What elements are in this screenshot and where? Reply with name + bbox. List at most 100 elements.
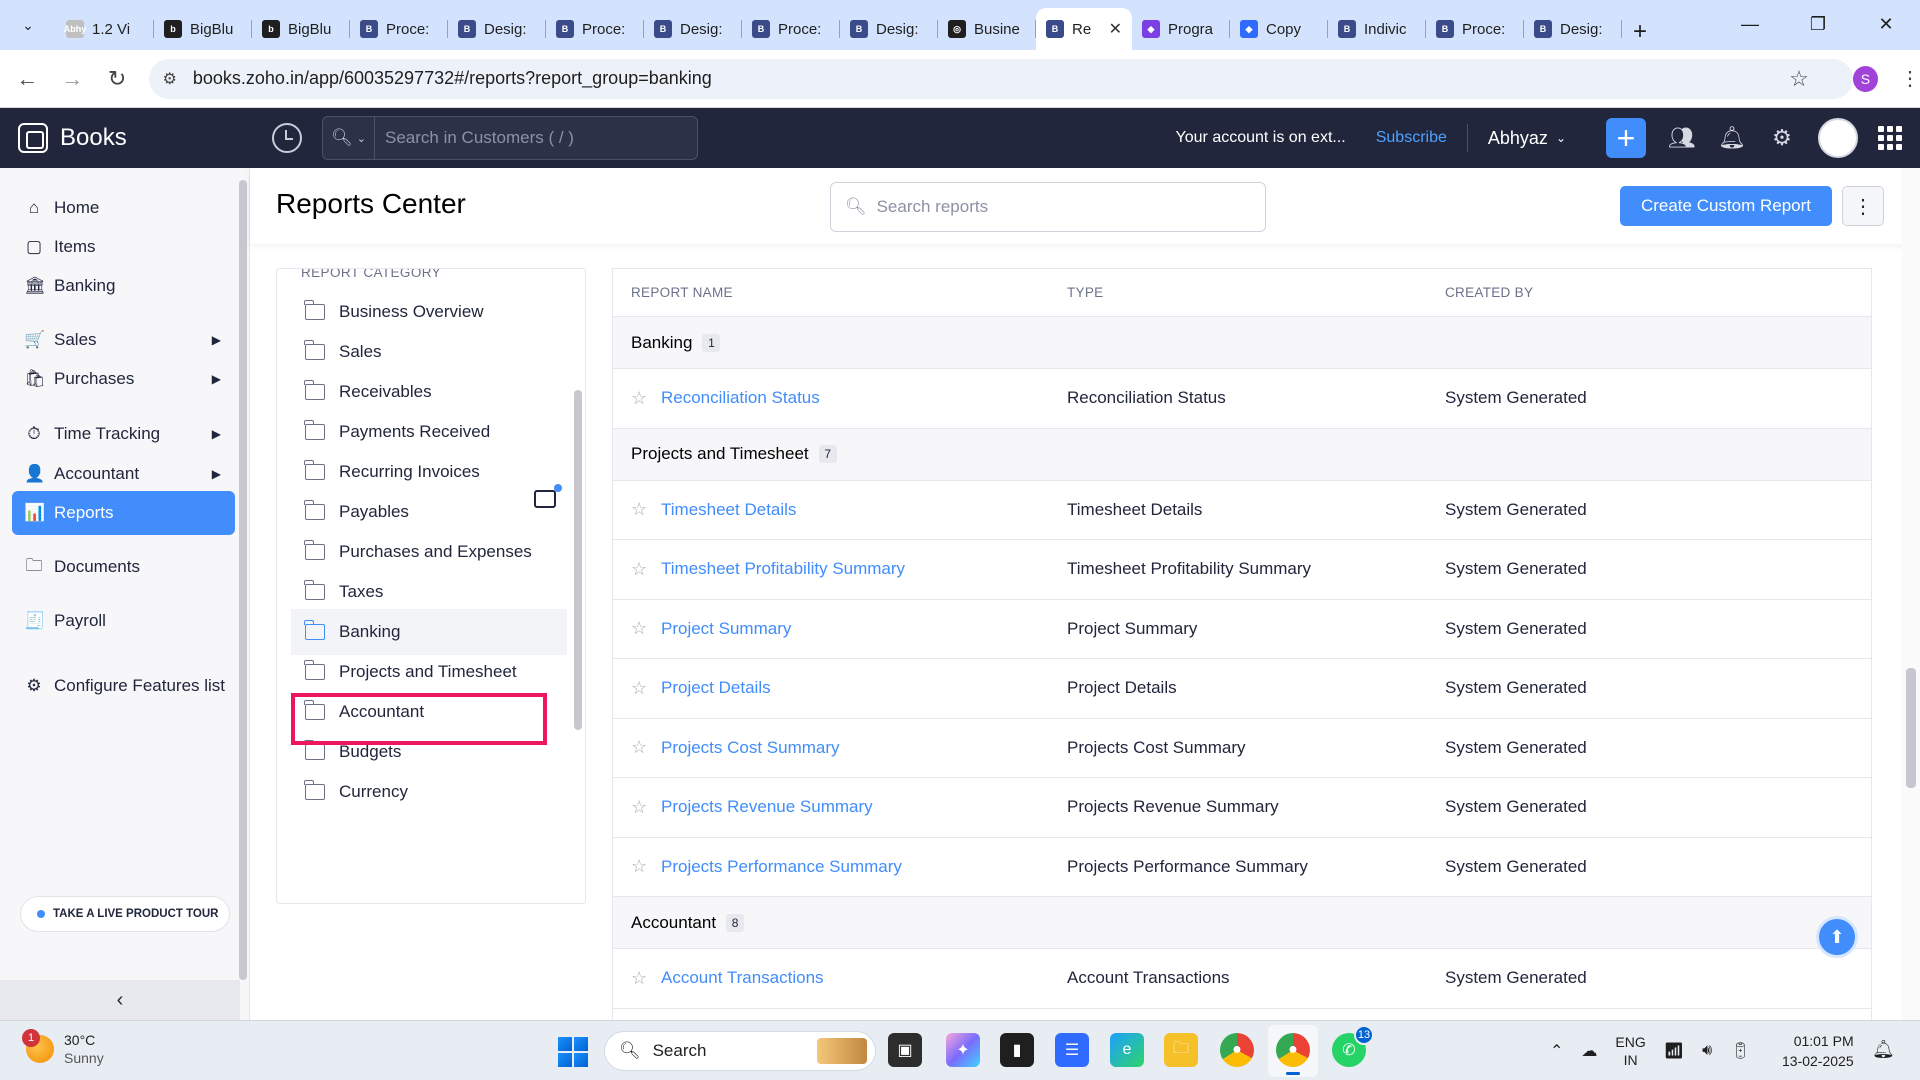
profile-avatar[interactable]: S [1852,65,1878,92]
clock[interactable]: 01:01 PM 13-02-2025 [1782,1031,1854,1071]
sidebar-item-documents[interactable]: 🗀 Documents [12,545,235,589]
battery-icon[interactable]: 🔋︎ [1730,1041,1750,1061]
wifi-icon[interactable]: 📶︎ [1664,1041,1684,1061]
favorite-star-icon[interactable]: ☆ [631,968,651,989]
favorite-star-icon[interactable]: ☆ [631,618,651,639]
scroll-to-top-button[interactable]: ⬆ [1816,916,1858,958]
copilot-icon[interactable]: ✦ [946,1033,980,1067]
gear-icon[interactable]: ⚙ [1768,124,1796,152]
windows-start-icon[interactable] [558,1037,588,1067]
forward-button[interactable]: → [55,61,90,97]
recent-activity-icon[interactable] [272,123,302,153]
browser-tab[interactable]: B Re ✕ [1036,8,1132,50]
live-tour-button[interactable]: TAKE A LIVE PRODUCT TOUR [20,896,230,932]
organization-switcher[interactable]: Abhyaz ⌄ [1488,128,1566,149]
favorite-star-icon[interactable]: ☆ [631,559,651,580]
page-scrollbar-thumb[interactable] [1906,668,1916,788]
sidebar-item-banking[interactable]: 🏛 Banking [12,264,235,308]
bell-icon[interactable]: 🔔︎ [1718,124,1746,152]
favorite-star-icon[interactable]: ☆ [631,737,651,758]
favorite-star-icon[interactable]: ☆ [631,797,651,818]
user-avatar[interactable] [1818,118,1858,158]
taskbar-search[interactable]: 🔍︎ Search [604,1031,876,1071]
report-link[interactable]: Projects Revenue Summary [661,797,873,817]
create-custom-report-button[interactable]: Create Custom Report [1620,186,1832,226]
back-button[interactable]: ← [10,61,45,97]
reload-button[interactable]: ↻ [100,61,135,97]
report-search-input[interactable]: 🔍︎ Search reports [830,182,1266,232]
task-view-icon[interactable]: ▣ [888,1033,922,1067]
close-window-icon[interactable]: ✕ [1852,0,1920,48]
onedrive-icon[interactable]: ☁ [1581,1041,1597,1061]
whatsapp-icon[interactable]: ✆ 13 [1332,1025,1374,1067]
browser-tab[interactable]: B Proce: [1426,8,1524,50]
browser-tab[interactable]: ◎ Busine [938,8,1036,50]
browser-tab[interactable]: B Desig: [644,8,742,50]
terminal-icon[interactable]: ▮ [1000,1033,1034,1067]
business-overview-screen-icon[interactable] [534,484,562,508]
apps-grid-icon[interactable] [1878,126,1902,150]
restore-icon[interactable]: ❐ [1784,0,1852,48]
minimize-icon[interactable]: — [1716,0,1784,48]
sidebar-item-sales[interactable]: 🛒 Sales ▶ [12,318,235,362]
report-link[interactable]: Projects Cost Summary [661,738,840,758]
brand[interactable]: Books [0,108,250,168]
browser-tab[interactable]: B Desig: [840,8,938,50]
sidebar-item-reports[interactable]: 📊 Reports [12,491,235,535]
browser-menu-icon[interactable]: ⋮ [1900,66,1920,91]
browser-tab[interactable]: B Desig: [1524,8,1622,50]
bookmark-star-icon[interactable]: ☆ [1789,66,1809,92]
browser-tab[interactable]: B Indivic [1328,8,1426,50]
report-link[interactable]: Project Summary [661,619,791,639]
global-search[interactable]: 🔍︎ ⌄ Search in Customers ( / ) [322,116,698,160]
sidebar-item-payroll[interactable]: 🧾 Payroll [12,599,235,643]
report-link[interactable]: Reconciliation Status [661,388,820,408]
sidebar-item-purchases[interactable]: 🛍 Purchases ▶ [12,357,235,401]
address-bar[interactable]: ⚙ books.zoho.in/app/60035297732#/reports… [148,58,1853,99]
browser-tab[interactable]: ◆ Progra [1132,8,1230,50]
weather-widget[interactable]: 1 30°C Sunny [22,1029,104,1067]
users-icon[interactable]: 👥︎ [1668,124,1696,152]
browser-tab[interactable]: b BigBlu [154,8,252,50]
new-tab-button[interactable]: + [1622,18,1658,46]
search-icon[interactable]: 🔍︎ ⌄ [323,117,375,159]
sidebar-item-home[interactable]: ⌂ Home [12,186,235,230]
sidebar-collapse-button[interactable]: ‹ [0,980,240,1020]
site-settings-icon[interactable]: ⚙ [163,69,177,89]
page-scrollbar[interactable] [1902,168,1920,1020]
more-options-button[interactable]: ⋮ [1842,186,1884,226]
browser-tab[interactable]: ◆ Copy [1230,8,1328,50]
sidebar-item-time-tracking[interactable]: ⏱ Time Tracking ▶ [12,412,235,456]
sidebar-item-accountant[interactable]: 👤 Accountant ▶ [12,452,235,496]
chevron-up-icon[interactable]: ⌃ [1550,1041,1563,1061]
browser-tab[interactable]: B Proce: [742,8,840,50]
report-link[interactable]: Project Details [661,678,771,698]
favorite-star-icon[interactable]: ☆ [631,678,651,699]
sidebar-scrollbar[interactable] [239,180,247,980]
browser-tab[interactable]: B Desig: [448,8,546,50]
report-link[interactable]: Timesheet Profitability Summary [661,559,905,579]
browser-tab[interactable]: B Proce: [546,8,644,50]
report-link[interactable]: Timesheet Details [661,500,796,520]
file-explorer-icon[interactable]: 🗀 [1164,1033,1198,1067]
chrome-icon[interactable]: ● [1220,1033,1254,1067]
notepad-icon[interactable]: ☰ [1055,1033,1089,1067]
chrome-active-icon[interactable]: ● [1276,1033,1310,1075]
category-item[interactable]: Currency [291,769,567,815]
report-link[interactable]: Projects Performance Summary [661,857,902,877]
volume-icon[interactable]: 🔊︎ [1702,1042,1712,1060]
favorite-star-icon[interactable]: ☆ [631,499,651,520]
browser-tab[interactable]: b BigBlu [252,8,350,50]
edge-icon[interactable]: e [1110,1033,1144,1067]
browser-tab[interactable]: Abhy 1.2 Vi [56,8,154,50]
sidebar-item-configure-features[interactable]: ⚙ Configure Features list [12,664,235,708]
close-tab-icon[interactable]: ✕ [1109,19,1122,39]
favorite-star-icon[interactable]: ☆ [631,388,651,409]
notification-icon[interactable]: 🔔︎ [1872,1039,1895,1060]
favorite-star-icon[interactable]: ☆ [631,856,651,877]
global-search-input[interactable]: Search in Customers ( / ) [375,128,697,148]
language-indicator[interactable]: ENG IN [1615,1033,1645,1069]
browser-tab[interactable]: B Proce: [350,8,448,50]
sidebar-item-items[interactable]: ▢ Items [12,225,235,269]
subscribe-link[interactable]: Subscribe [1376,129,1447,147]
